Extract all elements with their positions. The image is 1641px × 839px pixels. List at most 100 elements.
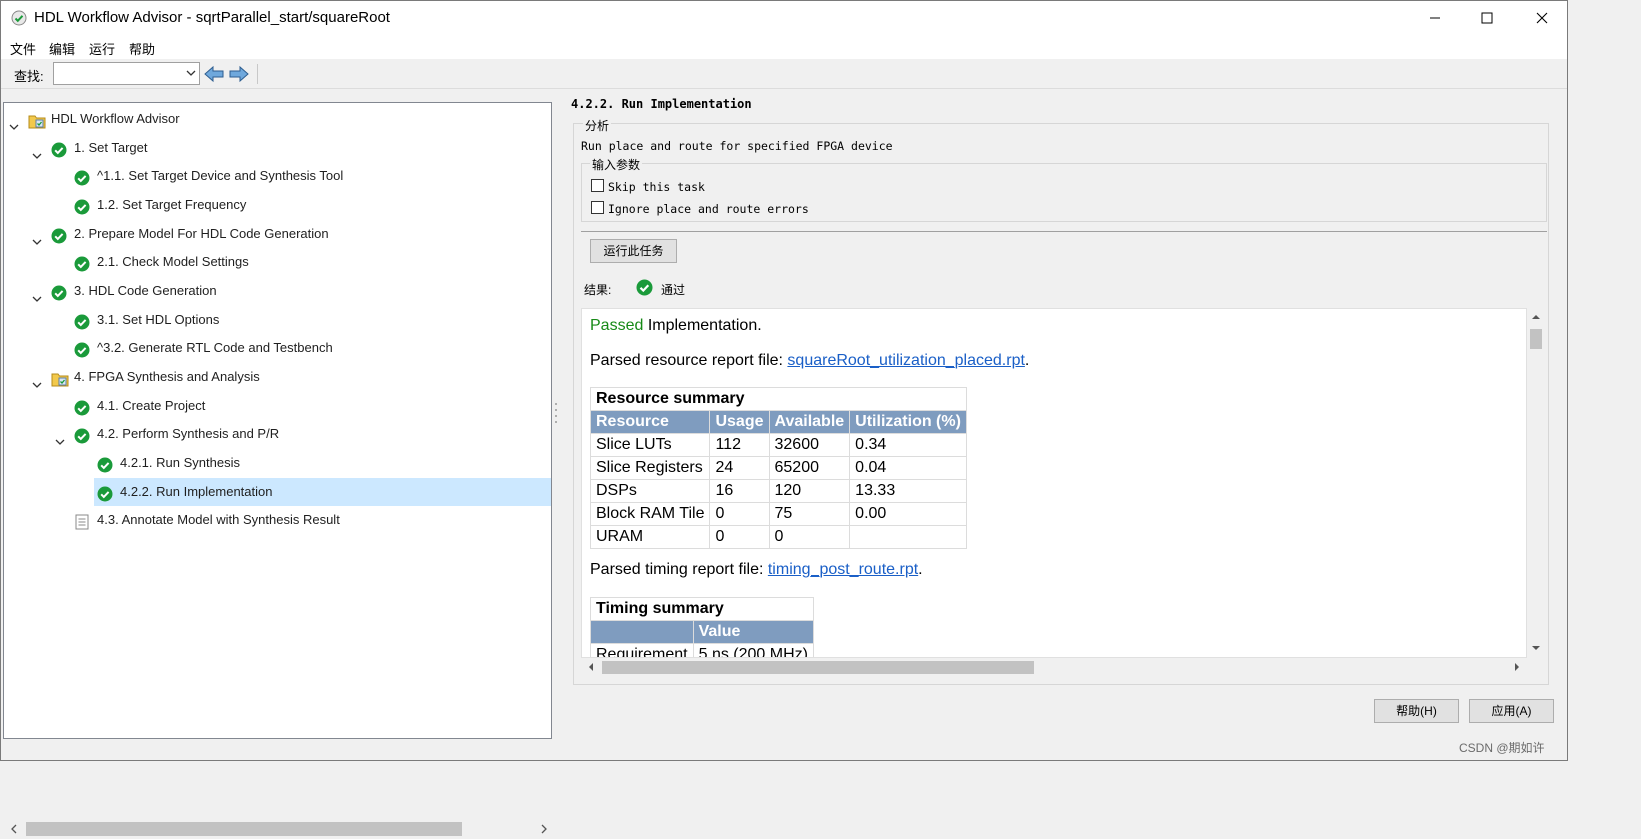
report-horizontal-scrollbar[interactable] [581,658,1527,676]
menu-file[interactable]: 文件 [10,39,36,58]
chevron-down-icon[interactable] [9,114,19,130]
scroll-down-icon [1532,646,1540,650]
tree-item-label: 4. FPGA Synthesis and Analysis [74,368,260,384]
passed-word: Passed [590,317,644,334]
scroll-left-icon [589,663,593,671]
menu-run[interactable]: 运行 [89,39,115,58]
minimize-button[interactable] [1407,1,1462,35]
resource-report-line: Parsed resource report file: squareRoot_… [590,352,1030,369]
table-row: Block RAM Tile 0 75 0.00 [589,502,967,526]
scroll-left-icon [11,824,17,834]
ignore-errors-label: Ignore place and route errors [608,202,809,216]
tree-item[interactable]: 4.2.2. Run Implementation [94,477,551,506]
table-header-cell: Resource [589,410,711,434]
tree-horizontal-scrollbar[interactable] [6,819,553,839]
menu-bar: 文件 编辑 运行 帮助 [1,35,1567,59]
tree-item[interactable]: ^1.1. Set Target Device and Synthesis To… [4,162,551,190]
chevron-down-icon[interactable] [32,143,42,159]
input-params-legend: 输入参数 [590,156,643,173]
folder-icon [28,111,46,129]
toolbar-separator [257,64,258,84]
scrollbar-thumb[interactable] [26,822,462,836]
ignore-errors-checkbox[interactable] [591,201,604,214]
run-task-button[interactable]: 运行此任务 [590,239,677,263]
timing-summary-table: Timing summary Value Requirement 5 ns (20… [590,597,814,657]
tree-item[interactable]: 2.1. Check Model Settings [4,248,551,276]
check-circle-icon [74,254,90,272]
timing-prefix: Parsed timing report file: [590,561,768,578]
table-cell: 120 [768,479,851,503]
tree-item-label: 1.2. Set Target Frequency [97,196,247,212]
chevron-down-icon[interactable] [32,372,42,388]
scrollbar-thumb[interactable] [602,661,1034,674]
table-header-cell: Available [768,410,851,434]
table-row: URAM 0 0 [589,525,967,549]
splitter-grip-icon[interactable] [554,401,558,425]
tree-item[interactable]: 4. FPGA Synthesis and Analysis [4,363,551,391]
table-row: DSPs 16 120 13.33 [589,479,967,503]
resource-summary-caption: Resource summary [590,387,967,410]
timing-report-link[interactable]: timing_post_route.rpt [768,561,918,578]
divider [581,231,1547,232]
table-cell: 65200 [768,456,851,480]
maximize-button[interactable] [1459,1,1514,35]
tree-item-label: 4.3. Annotate Model with Synthesis Resul… [97,512,340,528]
scrollbar-thumb[interactable] [1530,329,1542,349]
check-circle-icon [97,455,113,473]
analysis-legend: 分析 [583,117,612,134]
find-previous-button[interactable] [203,64,225,84]
scroll-up-icon [1532,315,1540,319]
report-vertical-scrollbar[interactable] [1527,308,1545,658]
resource-report-link[interactable]: squareRoot_utilization_placed.rpt [787,352,1024,369]
chevron-down-icon[interactable] [186,67,196,82]
help-button[interactable]: 帮助(H) [1374,699,1459,723]
tree-item[interactable]: 3. HDL Code Generation [4,277,551,305]
check-circle-icon [74,168,90,186]
scroll-right-icon [541,824,547,834]
tree-item[interactable]: 4.1. Create Project [4,392,551,420]
table-cell: Slice LUTs [589,433,711,457]
tree-item[interactable]: 4.2. Perform Synthesis and P/R [4,420,551,448]
arrow-left-icon [204,65,224,83]
tree-item-label: ^3.2. Generate RTL Code and Testbench [97,340,333,356]
tree-item-label: 4.2.1. Run Synthesis [120,454,240,470]
tree-item[interactable]: HDL Workflow Advisor [4,105,551,133]
chevron-down-icon[interactable] [55,429,65,446]
table-cell: 5 ns (200 MHz) [692,643,814,657]
tree-item[interactable]: 4.3. Annotate Model with Synthesis Resul… [4,506,551,534]
table-row: Slice LUTs 112 32600 0.34 [589,433,967,457]
table-cell [849,525,967,549]
tree-item[interactable]: ^3.2. Generate RTL Code and Testbench [4,334,551,362]
table-cell: Slice Registers [589,456,711,480]
passed-rest: Implementation. [643,317,762,334]
check-circle-icon [636,279,653,299]
tree-item-label: HDL Workflow Advisor [51,111,180,126]
skip-task-label: Skip this task [608,180,705,194]
table-cell: 0.00 [849,502,967,526]
apply-button[interactable]: 应用(A) [1469,699,1554,723]
tree-item-label: 3. HDL Code Generation [74,282,217,298]
tree-item[interactable]: 3.1. Set HDL Options [4,306,551,334]
tree-item-label: 3.1. Set HDL Options [97,311,220,327]
chevron-down-icon[interactable] [32,286,42,302]
timing-summary-caption: Timing summary [590,597,814,620]
table-cell: URAM [589,525,711,549]
chevron-down-icon[interactable] [32,229,42,245]
tree-item[interactable]: 2. Prepare Model For HDL Code Generation [4,220,551,248]
menu-help[interactable]: 帮助 [129,39,155,58]
task-detail-panel: 4.2.2. Run Implementation 分析 Run place a… [561,89,1569,762]
find-combobox[interactable] [53,62,200,85]
check-circle-icon [74,312,90,330]
table-row: Slice Registers 24 65200 0.04 [589,456,967,480]
tree-item[interactable]: 4.2.1. Run Synthesis [4,449,551,477]
table-cell: 0 [709,525,770,549]
menu-edit[interactable]: 编辑 [49,39,75,58]
resource-prefix: Parsed resource report file: [590,352,788,369]
tree-item[interactable]: 1. Set Target [4,134,551,162]
table-header-cell: Usage [709,410,770,434]
skip-task-checkbox[interactable] [591,179,604,192]
tree-item[interactable]: 1.2. Set Target Frequency [4,191,551,219]
timing-report-line: Parsed timing report file: timing_post_r… [590,561,923,578]
close-button[interactable] [1514,1,1569,35]
find-next-button[interactable] [228,64,250,84]
